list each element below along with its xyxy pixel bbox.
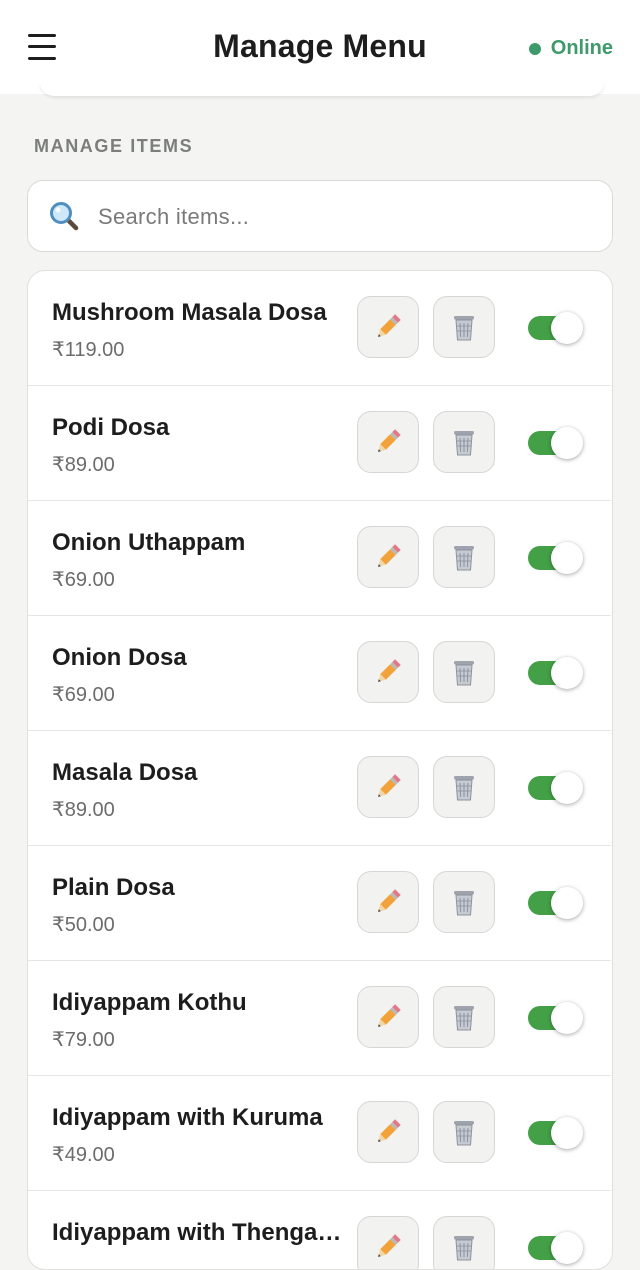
edit-button[interactable]: [357, 296, 419, 358]
item-name: Masala Dosa: [52, 759, 198, 786]
delete-button[interactable]: [433, 526, 495, 588]
edit-button[interactable]: [357, 756, 419, 818]
delete-button[interactable]: [433, 296, 495, 358]
toggle-knob: [551, 1117, 583, 1149]
item-name: Idiyappam with Kuruma: [52, 1104, 323, 1131]
toggle-knob: [551, 312, 583, 344]
edit-button[interactable]: [357, 1216, 419, 1269]
edit-button[interactable]: [357, 411, 419, 473]
item-price: ₹119.00: [52, 339, 125, 361]
item-price: ₹49.00: [52, 1144, 115, 1166]
toggle-knob: [551, 772, 583, 804]
item-name: Onion Uthappam: [52, 529, 246, 556]
toggle-knob: [551, 1002, 583, 1034]
menu-item-list: Mushroom Masala Dosa ₹119.00 Podi Dosa ₹89.…: [27, 270, 613, 1270]
item-price: ₹50.00: [52, 914, 115, 936]
toggle-knob: [551, 657, 583, 689]
menu-item-row: Masala Dosa ₹89.00: [28, 731, 611, 846]
edit-button[interactable]: [357, 641, 419, 703]
availability-toggle[interactable]: [528, 427, 584, 459]
toggle-knob: [551, 542, 583, 574]
availability-toggle[interactable]: [528, 542, 584, 574]
section-label: MANAGE ITEMS: [34, 136, 194, 156]
status-text: Online: [550, 37, 613, 59]
menu-item-row: Mushroom Masala Dosa ₹119.00: [28, 271, 611, 386]
availability-toggle[interactable]: [528, 1117, 584, 1149]
delete-button[interactable]: [433, 1216, 495, 1269]
menu-item-row: Onion Uthappam ₹69.00: [28, 501, 611, 616]
item-name: Onion Dosa: [52, 644, 187, 671]
delete-button[interactable]: [433, 411, 495, 473]
search-icon: [50, 202, 79, 231]
menu-item-row: Idiyappam with Kuruma ₹49.00: [28, 1076, 611, 1191]
item-name: Mushroom Masala Dosa: [52, 299, 327, 326]
menu-item-row: Idiyappam with Thengapal: [28, 1191, 611, 1269]
previous-card-edge: [40, 82, 604, 96]
search-input[interactable]: [98, 197, 588, 237]
availability-toggle[interactable]: [528, 1232, 584, 1264]
delete-button[interactable]: [433, 871, 495, 933]
item-name: Idiyappam Kothu: [52, 989, 247, 1016]
availability-toggle[interactable]: [528, 887, 584, 919]
item-price: ₹89.00: [52, 454, 115, 476]
edit-button[interactable]: [357, 1101, 419, 1163]
menu-item-row: Plain Dosa ₹50.00: [28, 846, 611, 961]
availability-toggle[interactable]: [528, 312, 584, 344]
toggle-knob: [551, 887, 583, 919]
delete-button[interactable]: [433, 1101, 495, 1163]
app-header: Manage Menu Online: [0, 0, 640, 94]
toggle-knob: [551, 427, 583, 459]
edit-button[interactable]: [357, 871, 419, 933]
menu-item-row: Idiyappam Kothu ₹79.00: [28, 961, 611, 1076]
menu-item-row: Podi Dosa ₹89.00: [28, 386, 611, 501]
item-price: ₹69.00: [52, 684, 115, 706]
delete-button[interactable]: [433, 986, 495, 1048]
edit-button[interactable]: [357, 526, 419, 588]
status-dot-icon: [528, 42, 541, 55]
availability-toggle[interactable]: [528, 772, 584, 804]
delete-button[interactable]: [433, 641, 495, 703]
online-status: Online: [528, 37, 613, 60]
item-price: ₹69.00: [52, 569, 115, 591]
edit-button[interactable]: [357, 986, 419, 1048]
item-price: ₹79.00: [52, 1029, 115, 1051]
delete-button[interactable]: [433, 756, 495, 818]
search-box: [27, 180, 613, 252]
toggle-knob: [551, 1232, 583, 1264]
item-name: Podi Dosa: [52, 414, 170, 441]
item-price: ₹89.00: [52, 799, 115, 821]
item-name: Idiyappam with Thengapal: [52, 1219, 352, 1246]
availability-toggle[interactable]: [528, 657, 584, 689]
menu-item-row: Onion Dosa ₹69.00: [28, 616, 611, 731]
item-name: Plain Dosa: [52, 874, 175, 901]
availability-toggle[interactable]: [528, 1002, 584, 1034]
